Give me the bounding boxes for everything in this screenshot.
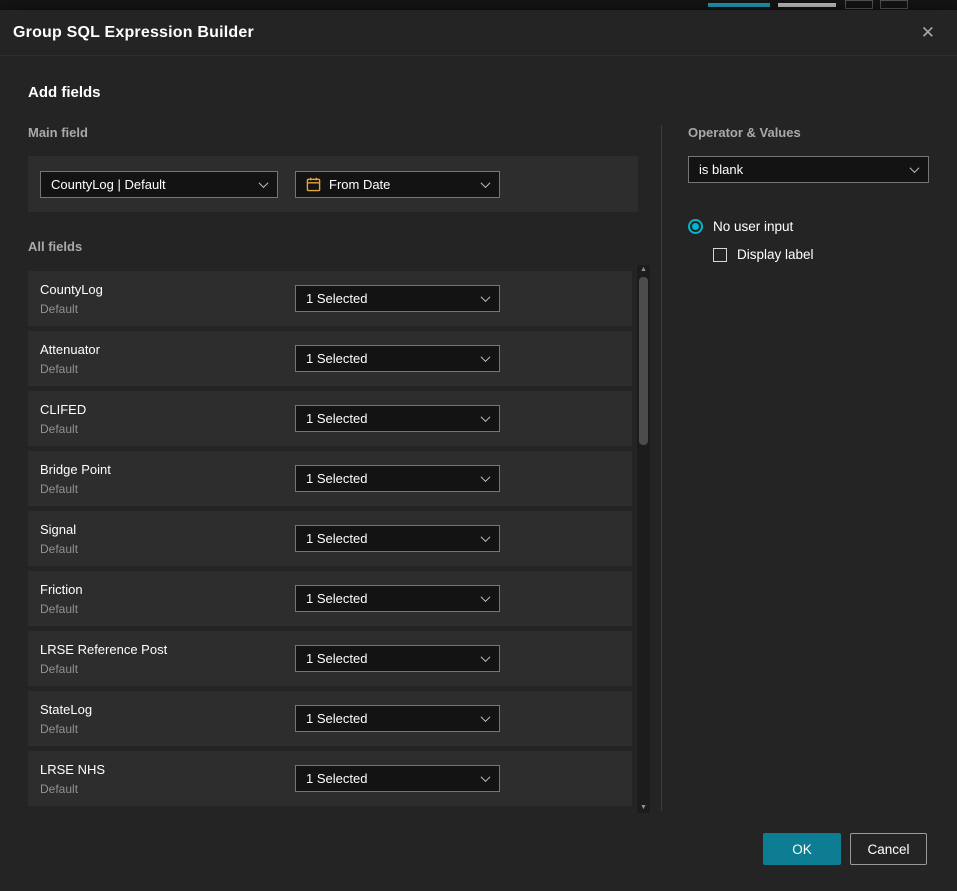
chevron-down-icon	[481, 412, 491, 422]
chevron-down-icon	[259, 178, 269, 188]
background-fragment	[708, 3, 770, 7]
field-subtitle: Default	[40, 782, 295, 796]
all-fields-label: All fields	[28, 239, 650, 254]
field-name: Bridge Point	[40, 462, 295, 477]
field-selected-value: 1 Selected	[306, 351, 367, 366]
field-selected-value: 1 Selected	[306, 651, 367, 666]
column-divider	[661, 125, 662, 811]
field-row-lrse-reference-post: LRSE Reference Post Default 1 Selected	[28, 631, 632, 686]
field-name: CLIFED	[40, 402, 295, 417]
dialog-header: Group SQL Expression Builder ✕	[0, 10, 957, 56]
field-selected-value: 1 Selected	[306, 591, 367, 606]
dialog-body: Add fields Main field CountyLog | Defaul…	[0, 84, 957, 811]
field-selected-value: 1 Selected	[306, 471, 367, 486]
field-subtitle: Default	[40, 602, 295, 616]
field-name: LRSE NHS	[40, 762, 295, 777]
operator-value: is blank	[699, 162, 743, 177]
field-row-friction: Friction Default 1 Selected	[28, 571, 632, 626]
scroll-up-icon[interactable]: ▲	[640, 265, 647, 275]
field-selected-dropdown[interactable]: 1 Selected	[295, 705, 500, 732]
field-row-signal: Signal Default 1 Selected	[28, 511, 632, 566]
field-selected-value: 1 Selected	[306, 291, 367, 306]
vertical-scrollbar[interactable]: ▲ ▼	[637, 265, 650, 813]
chevron-down-icon	[481, 178, 491, 188]
field-selected-value: 1 Selected	[306, 771, 367, 786]
background-fragment	[845, 0, 873, 9]
field-name: Friction	[40, 582, 295, 597]
field-row-lrse-nhs: LRSE NHS Default 1 Selected	[28, 751, 632, 806]
field-name: LRSE Reference Post	[40, 642, 295, 657]
field-selected-dropdown[interactable]: 1 Selected	[295, 345, 500, 372]
operator-dropdown[interactable]: is blank	[688, 156, 929, 183]
dialog-title: Group SQL Expression Builder	[13, 24, 254, 42]
close-icon[interactable]: ✕	[913, 19, 943, 47]
field-selected-value: 1 Selected	[306, 531, 367, 546]
main-field-field-dropdown[interactable]: From Date	[295, 171, 500, 198]
background-app-strip	[0, 0, 957, 10]
scrollbar-thumb[interactable]	[639, 277, 648, 445]
no-user-input-label: No user input	[713, 219, 793, 234]
field-selected-value: 1 Selected	[306, 411, 367, 426]
field-selected-dropdown[interactable]: 1 Selected	[295, 525, 500, 552]
field-subtitle: Default	[40, 662, 295, 676]
main-field-source-dropdown[interactable]: CountyLog | Default	[40, 171, 278, 198]
field-selected-dropdown[interactable]: 1 Selected	[295, 765, 500, 792]
display-label-text: Display label	[737, 247, 814, 262]
background-fragment	[778, 3, 836, 7]
field-subtitle: Default	[40, 542, 295, 556]
field-subtitle: Default	[40, 482, 295, 496]
background-fragment	[880, 0, 908, 9]
field-selected-dropdown[interactable]: 1 Selected	[295, 405, 500, 432]
chevron-down-icon	[481, 532, 491, 542]
radio-selected-icon	[688, 219, 703, 234]
field-subtitle: Default	[40, 362, 295, 376]
cancel-button[interactable]: Cancel	[850, 833, 927, 865]
field-row-statelog: StateLog Default 1 Selected	[28, 691, 632, 746]
operator-values-label: Operator & Values	[688, 125, 929, 140]
main-field-label: Main field	[28, 125, 650, 140]
dialog-footer: OK Cancel	[763, 833, 927, 865]
chevron-down-icon	[481, 592, 491, 602]
all-fields-list: CountyLog Default 1 Selected Attenuator …	[28, 271, 650, 806]
add-fields-heading: Add fields	[28, 84, 929, 101]
field-name: Signal	[40, 522, 295, 537]
chevron-down-icon	[481, 652, 491, 662]
chevron-down-icon	[910, 163, 920, 173]
field-selected-dropdown[interactable]: 1 Selected	[295, 645, 500, 672]
field-row-bridge-point: Bridge Point Default 1 Selected	[28, 451, 632, 506]
chevron-down-icon	[481, 352, 491, 362]
field-row-clifed: CLIFED Default 1 Selected	[28, 391, 632, 446]
display-label-checkbox[interactable]: Display label	[713, 247, 929, 262]
field-row-attenuator: Attenuator Default 1 Selected	[28, 331, 632, 386]
checkbox-unchecked-icon	[713, 248, 727, 262]
field-selected-dropdown[interactable]: 1 Selected	[295, 285, 500, 312]
no-user-input-radio[interactable]: No user input	[688, 219, 929, 234]
fields-column: Main field CountyLog | Default	[28, 125, 650, 811]
main-field-field-value: From Date	[329, 177, 390, 192]
chevron-down-icon	[481, 472, 491, 482]
field-selected-dropdown[interactable]: 1 Selected	[295, 585, 500, 612]
chevron-down-icon	[481, 772, 491, 782]
calendar-icon	[306, 177, 321, 192]
operator-values-column: Operator & Values is blank No user input…	[688, 125, 929, 811]
main-field-source-value: CountyLog | Default	[51, 177, 166, 192]
field-subtitle: Default	[40, 302, 295, 316]
chevron-down-icon	[481, 712, 491, 722]
field-selected-dropdown[interactable]: 1 Selected	[295, 465, 500, 492]
main-field-panel: CountyLog | Default From Date	[28, 156, 638, 212]
field-name: CountyLog	[40, 282, 295, 297]
group-sql-expression-builder-dialog: Group SQL Expression Builder ✕ Add field…	[0, 10, 957, 891]
ok-button[interactable]: OK	[763, 833, 841, 865]
chevron-down-icon	[481, 292, 491, 302]
field-subtitle: Default	[40, 422, 295, 436]
field-name: Attenuator	[40, 342, 295, 357]
field-name: StateLog	[40, 702, 295, 717]
field-row-countylog: CountyLog Default 1 Selected	[28, 271, 632, 326]
scroll-down-icon[interactable]: ▼	[640, 803, 647, 813]
field-subtitle: Default	[40, 722, 295, 736]
field-selected-value: 1 Selected	[306, 711, 367, 726]
